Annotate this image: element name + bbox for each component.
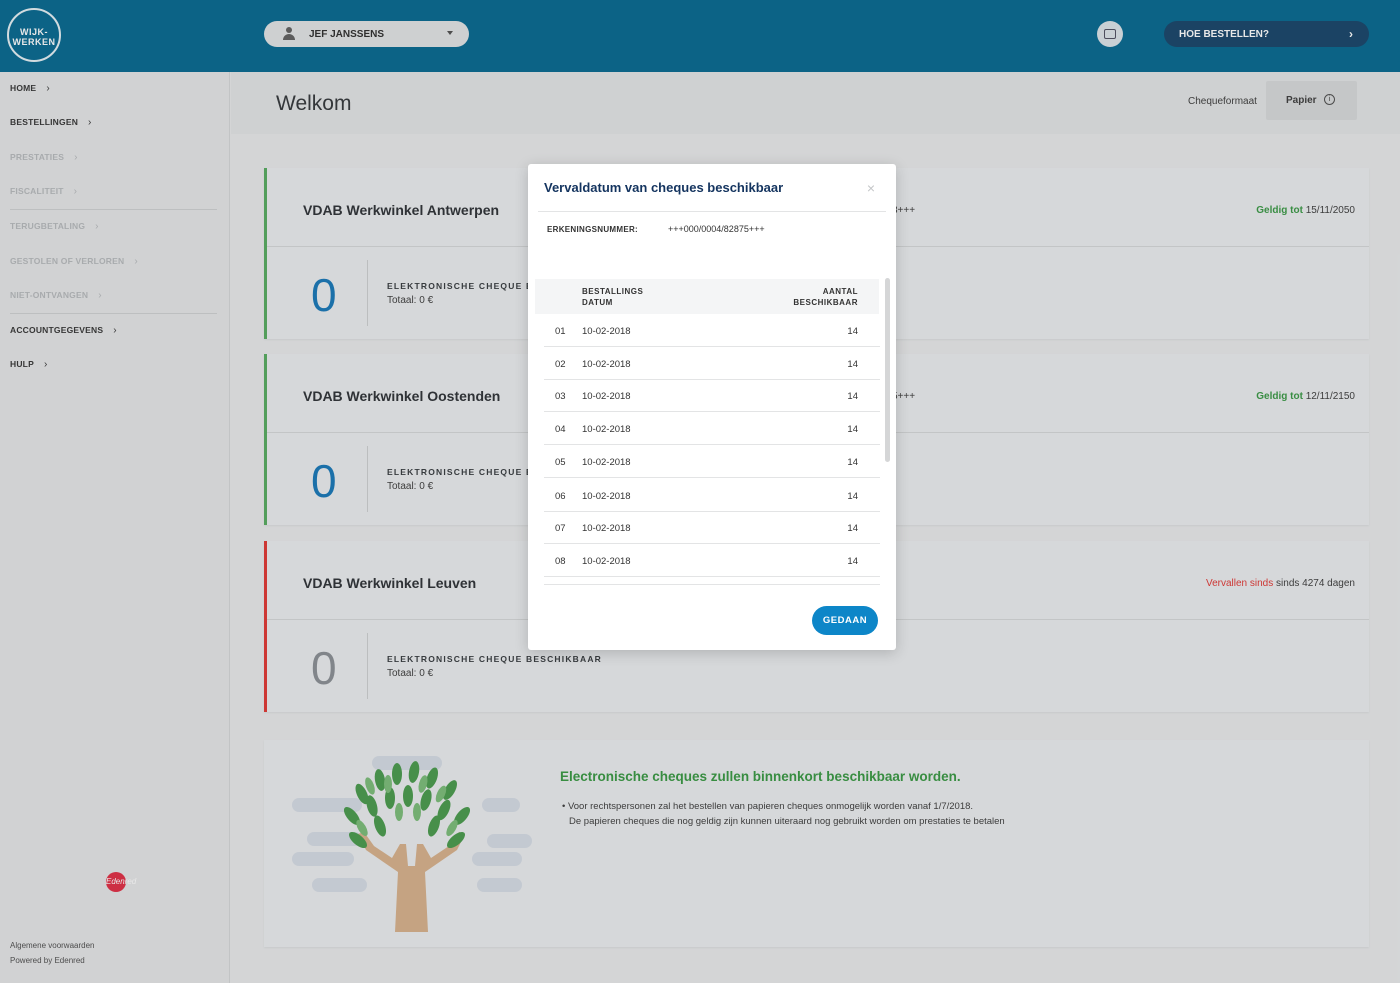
row-number: 08 <box>555 556 566 567</box>
row-count: 14 <box>847 326 858 337</box>
done-button[interactable]: GEDAAN <box>812 606 878 635</box>
row-date: 10-02-2018 <box>582 523 631 534</box>
table-bottom-divider <box>544 584 880 585</box>
scrollbar[interactable] <box>885 278 890 462</box>
modal-divider <box>538 211 886 212</box>
col-count-header: AANTAL BESCHIKBAAR <box>793 286 858 308</box>
table-row: 07 10-02-2018 14 <box>544 511 880 544</box>
table-row: 06 10-02-2018 14 <box>544 479 880 512</box>
table-row: 05 10-02-2018 14 <box>544 445 880 478</box>
row-count: 14 <box>847 424 858 435</box>
row-date: 10-02-2018 <box>582 359 631 370</box>
erkenning-label: ERKENINGSNUMMER: <box>547 225 639 234</box>
col-count-header-line2: BESCHIKBAAR <box>793 298 858 307</box>
col-date-header: BESTALLINGS DATUM <box>582 286 643 308</box>
table-body[interactable]: 01 10-02-2018 14 02 10-02-2018 14 03 10-02-2018… <box>544 314 880 584</box>
row-count: 14 <box>847 523 858 534</box>
row-count: 14 <box>847 556 858 567</box>
table-row: 04 10-02-2018 14 <box>544 412 880 445</box>
table-row: 02 10-02-2018 14 <box>544 347 880 380</box>
row-number: 03 <box>555 391 566 402</box>
row-date: 10-02-2018 <box>582 457 631 468</box>
row-count: 14 <box>847 391 858 402</box>
table-row: 01 10-02-2018 14 <box>544 314 880 347</box>
table-header: BESTALLINGS DATUM AANTAL BESCHIKBAAR <box>535 279 879 314</box>
row-count: 14 <box>847 359 858 370</box>
row-date: 10-02-2018 <box>582 556 631 567</box>
row-date: 10-02-2018 <box>582 391 631 402</box>
row-number: 05 <box>555 457 566 468</box>
table-row: 03 10-02-2018 14 <box>544 379 880 412</box>
table-row: 08 10-02-2018 14 <box>544 544 880 577</box>
row-date: 10-02-2018 <box>582 424 631 435</box>
modal-title: Vervaldatum van cheques beschikbaar <box>544 180 784 195</box>
row-number: 01 <box>555 326 566 337</box>
row-number: 07 <box>555 523 566 534</box>
close-icon[interactable]: × <box>867 180 875 196</box>
row-number: 02 <box>555 359 566 370</box>
row-date: 10-02-2018 <box>582 491 631 502</box>
row-count: 14 <box>847 491 858 502</box>
row-number: 06 <box>555 491 566 502</box>
col-date-header-line2: DATUM <box>582 298 613 307</box>
row-date: 10-02-2018 <box>582 326 631 337</box>
expiry-modal: Vervaldatum van cheques beschikbaar × ER… <box>528 164 896 650</box>
row-count: 14 <box>847 457 858 468</box>
col-count-header-line1: AANTAL <box>822 287 858 296</box>
col-date-header-line1: BESTALLINGS <box>582 287 644 296</box>
row-number: 04 <box>555 424 566 435</box>
erkenning-value: +++000/0004/82875+++ <box>668 224 765 234</box>
